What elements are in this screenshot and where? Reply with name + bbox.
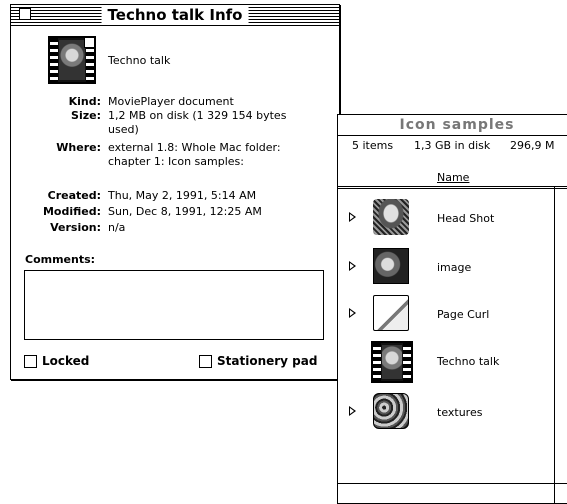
version-label: Version: [50, 221, 101, 234]
comments-label: Comments: [25, 253, 96, 266]
locked-label[interactable]: Locked [42, 354, 89, 368]
disclosure-triangle-icon[interactable] [349, 308, 356, 318]
list-item[interactable]: Head Shot [338, 195, 554, 239]
folder-icon[interactable] [373, 295, 409, 331]
bottom-bar [338, 483, 567, 484]
kind-label: Kind: [68, 95, 101, 108]
list-item[interactable]: Page Curl [338, 291, 554, 335]
disclosure-triangle-icon[interactable] [349, 261, 356, 271]
comments-field[interactable] [24, 270, 324, 340]
list-item[interactable]: image [338, 244, 554, 288]
disclosure-triangle-icon[interactable] [349, 212, 356, 222]
where-value: external 1.8: Whole Mac folder: chapter … [108, 141, 281, 168]
list-item[interactable]: Techno talk [338, 339, 554, 383]
textures-icon[interactable] [373, 393, 409, 429]
list-item-label[interactable]: Techno talk [437, 355, 499, 368]
items-count: 5 items [352, 139, 394, 152]
list-item-label[interactable]: Page Curl [437, 308, 489, 321]
movie-icon[interactable] [371, 341, 413, 383]
created-value: Thu, May 2, 1991, 5:14 AM [108, 189, 257, 202]
available-space: 296,9 M [510, 139, 555, 152]
modified-label: Modified: [42, 205, 101, 218]
created-label: Created: [47, 189, 101, 202]
image-icon[interactable] [373, 248, 409, 284]
where-label: Where: [56, 141, 101, 154]
size-value: 1,2 MB on disk (1 329 154 bytes used) [108, 109, 287, 136]
locked-checkbox[interactable] [24, 355, 37, 368]
close-box-icon[interactable] [19, 8, 31, 20]
head-shot-icon[interactable] [373, 199, 409, 235]
scrollbar-edge[interactable] [554, 187, 555, 503]
stationery-pad-label[interactable]: Stationery pad [217, 354, 317, 368]
column-header: Name [338, 156, 567, 189]
disk-usage: 1,3 GB in disk [414, 139, 491, 152]
kind-value: MoviePlayer document [108, 95, 234, 108]
info-window: Techno talk Info Techno talk Kind: Movie… [10, 4, 340, 380]
info-window-title: Techno talk Info [101, 5, 249, 25]
stationery-pad-checkbox[interactable] [199, 355, 212, 368]
list-item-label[interactable]: Head Shot [437, 212, 494, 225]
finder-info-bar: 5 items 1,3 GB in disk 296,9 M [338, 136, 567, 156]
finder-window-title[interactable]: Icon samples [338, 115, 567, 136]
info-title-bar[interactable]: Techno talk Info [11, 5, 339, 26]
finder-window: Icon samples 5 items 1,3 GB in disk 296,… [337, 114, 567, 504]
list-item[interactable]: textures [338, 389, 554, 433]
movie-document-icon [48, 36, 96, 84]
name-column-header[interactable]: Name [437, 171, 469, 184]
disclosure-triangle-icon[interactable] [349, 406, 356, 416]
modified-value: Sun, Dec 8, 1991, 12:25 AM [108, 205, 262, 218]
list-item-label[interactable]: image [437, 261, 471, 274]
document-name[interactable]: Techno talk [108, 54, 170, 67]
list-item-label[interactable]: textures [437, 406, 482, 419]
size-label: Size: [71, 109, 101, 122]
version-value: n/a [108, 221, 126, 234]
